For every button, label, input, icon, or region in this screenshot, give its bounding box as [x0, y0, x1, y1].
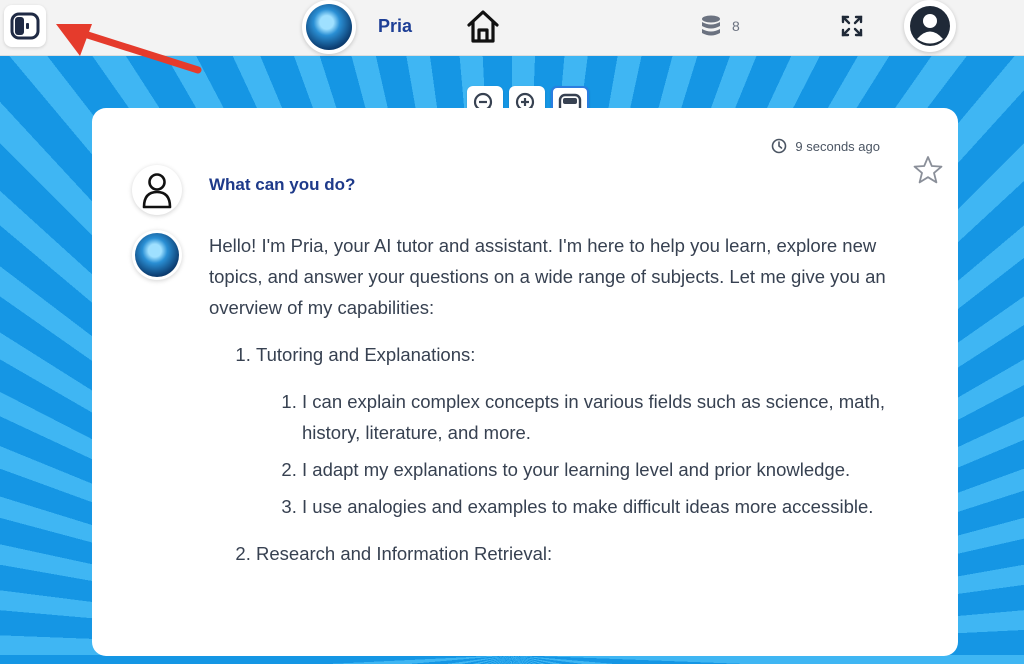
clock-icon	[772, 138, 787, 154]
credits-indicator[interactable]: 8	[700, 14, 740, 38]
favorite-button[interactable]	[912, 154, 944, 186]
home-icon	[467, 10, 499, 43]
section-title: Research and Information Retrieval:	[256, 543, 553, 564]
person-outline-icon	[142, 173, 172, 209]
timestamp-text: 9 seconds ago	[795, 138, 880, 154]
assistant-name[interactable]: Pria	[378, 16, 412, 37]
annotation-arrow	[56, 24, 202, 74]
message-timestamp: 9 seconds ago	[771, 138, 880, 154]
assistant-answer: Hello! I'm Pria, your AI tutor and assis…	[209, 230, 889, 585]
list-item: Research and Information Retrieval:	[256, 538, 889, 569]
chat-card: 9 seconds ago What can you do? Hello! I'…	[92, 108, 958, 656]
sub-list: I can explain complex concepts in variou…	[256, 386, 889, 522]
section-title: Tutoring and Explanations:	[256, 344, 476, 365]
assistant-message-avatar-image	[135, 233, 179, 277]
credits-count: 8	[732, 18, 740, 34]
fullscreen-icon	[841, 15, 863, 37]
fullscreen-button[interactable]	[840, 14, 864, 38]
assistant-message-avatar	[132, 230, 182, 280]
answer-intro: Hello! I'm Pria, your AI tutor and assis…	[209, 235, 886, 318]
assistant-avatar-image	[306, 4, 352, 50]
sidebar-toggle-button[interactable]	[4, 5, 46, 47]
sidebar-toggle-icon	[10, 12, 40, 40]
star-icon	[913, 156, 943, 184]
database-icon	[702, 15, 720, 36]
user-menu-button[interactable]	[904, 0, 956, 52]
user-message-avatar	[132, 165, 182, 215]
user-icon	[910, 6, 950, 46]
home-button[interactable]	[463, 6, 503, 46]
list-item: I use analogies and examples to make dif…	[302, 491, 889, 522]
list-item: I adapt my explanations to your learning…	[302, 454, 889, 485]
list-item: I can explain complex concepts in variou…	[302, 386, 889, 448]
list-item: Tutoring and Explanations: I can explain…	[256, 339, 889, 522]
capabilities-list: Tutoring and Explanations: I can explain…	[209, 339, 889, 569]
assistant-avatar[interactable]	[302, 0, 356, 54]
user-question: What can you do?	[209, 175, 356, 194]
